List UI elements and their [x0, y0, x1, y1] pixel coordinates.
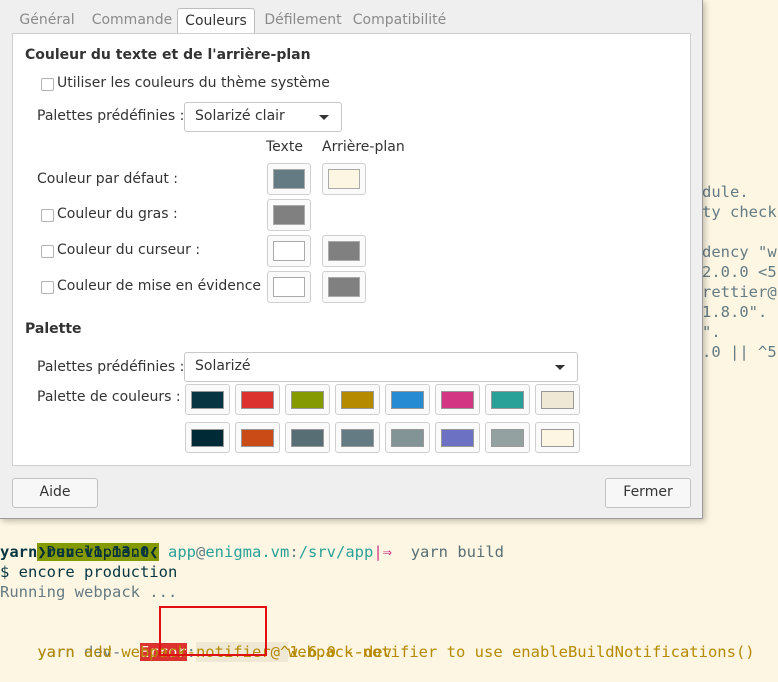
section-title-text-bg: Couleur du texte et de l'arrière-plan — [25, 47, 311, 63]
highlight-color-label: Couleur de mise en évidence : — [57, 278, 271, 294]
default-color-label: Couleur par défaut : — [37, 171, 179, 187]
terminal-output-line: $ encore production — [0, 563, 178, 581]
prompt-user: app — [168, 543, 196, 561]
palette-color-button[interactable] — [435, 422, 480, 453]
tab-colors[interactable]: Couleurs — [177, 8, 255, 34]
palette-color-button[interactable] — [185, 422, 230, 453]
bold-color-checkbox[interactable] — [41, 209, 54, 222]
palette-builtin-value: Solarizé — [195, 358, 251, 374]
color-swatch — [291, 429, 324, 447]
palette-color-button[interactable] — [335, 422, 380, 453]
color-swatch — [541, 391, 574, 409]
palette-color-button[interactable] — [385, 422, 430, 453]
color-swatch — [541, 429, 574, 447]
close-button[interactable]: Fermer — [605, 478, 691, 508]
palette-color-button[interactable] — [235, 422, 280, 453]
palette-color-button[interactable] — [485, 422, 530, 453]
prompt-sep: : — [289, 543, 299, 561]
tab-command[interactable]: Commande — [87, 8, 177, 32]
color-swatch — [273, 205, 305, 225]
palette-color-button[interactable] — [235, 384, 280, 415]
palette-builtin-label: Palettes prédéfinies : — [37, 359, 185, 375]
highlight-bg-color-button[interactable] — [322, 271, 366, 303]
color-swatch — [328, 169, 360, 189]
color-swatch — [341, 391, 374, 409]
color-swatch — [273, 241, 305, 261]
terminal-bg-text: .0 || ^5 — [702, 343, 777, 361]
highlight-color-checkbox[interactable] — [41, 281, 54, 294]
color-swatch — [191, 429, 224, 447]
color-swatch — [341, 429, 374, 447]
terminal-bg-text: ". — [702, 323, 721, 341]
column-background-label: Arrière-plan — [322, 139, 405, 155]
cursor-text-color-button[interactable] — [267, 235, 311, 267]
bold-color-button[interactable] — [267, 199, 311, 231]
prompt-git: |⇒ — [373, 543, 393, 561]
color-swatch — [273, 277, 305, 297]
cursor-bg-color-button[interactable] — [322, 235, 366, 267]
terminal-output-line: Running webpack ... — [0, 583, 178, 601]
tab-general[interactable]: Général — [12, 8, 82, 32]
preferences-dialog: Général Commande Couleurs Défilement Com… — [0, 0, 703, 519]
chevron-down-icon — [555, 365, 565, 370]
terminal-bg-text: 1.8.0". — [702, 303, 768, 321]
chevron-down-icon — [319, 115, 329, 120]
builtin-schemes-value: Solarizé clair — [195, 108, 285, 124]
color-swatch — [391, 391, 424, 409]
palette-color-button[interactable] — [335, 384, 380, 415]
palette-colors-label: Palette de couleurs : — [37, 389, 181, 405]
palette-color-button[interactable] — [285, 422, 330, 453]
palette-color-button[interactable] — [285, 384, 330, 415]
column-text-label: Texte — [266, 139, 303, 155]
default-bg-color-button[interactable] — [322, 163, 366, 195]
default-text-color-button[interactable] — [267, 163, 311, 195]
section-title-palette: Palette — [25, 321, 82, 337]
color-swatch — [441, 391, 474, 409]
color-swatch — [273, 169, 305, 189]
tab-scrolling[interactable]: Défilement — [259, 8, 347, 32]
tab-compatibility[interactable]: Compatibilité — [352, 8, 447, 32]
help-button[interactable]: Aide — [12, 478, 98, 508]
terminal-bg-text: dule. — [702, 183, 749, 201]
terminal-command: yarn build — [410, 543, 505, 561]
cursor-color-checkbox[interactable] — [41, 245, 54, 258]
palette-color-button[interactable] — [485, 384, 530, 415]
cursor-color-label: Couleur du curseur : — [57, 242, 201, 258]
palette-color-button[interactable] — [385, 384, 430, 415]
terminal-bg-text: rettier@ — [702, 283, 777, 301]
color-swatch — [291, 391, 324, 409]
highlight-text-color-button[interactable] — [267, 271, 311, 303]
color-swatch — [328, 277, 360, 297]
color-swatch — [328, 241, 360, 261]
palette-builtin-select[interactable]: Solarizé — [184, 352, 578, 382]
builtin-schemes-select[interactable]: Solarizé clair — [184, 102, 342, 132]
palette-color-button[interactable] — [535, 422, 580, 453]
prompt-at: @ — [196, 543, 206, 561]
terminal-bg-text: ty check — [702, 203, 777, 221]
color-swatch — [191, 391, 224, 409]
builtin-schemes-label: Palettes prédéfinies : — [37, 108, 185, 124]
palette-color-button[interactable] — [185, 384, 230, 415]
color-swatch — [241, 391, 274, 409]
palette-color-button[interactable] — [435, 384, 480, 415]
use-system-theme-checkbox[interactable] — [41, 78, 54, 91]
color-swatch — [491, 429, 524, 447]
color-swatch — [491, 391, 524, 409]
color-swatch — [391, 429, 424, 447]
terminal-bg-text: dency "w — [702, 243, 777, 261]
colors-panel: Couleur du texte et de l'arrière-plan Ut… — [12, 33, 691, 466]
terminal-bg-text: 2.0.0 <5 — [702, 263, 777, 281]
bold-color-label: Couleur du gras : — [57, 206, 178, 222]
use-system-theme-label: Utiliser les couleurs du thème système — [57, 75, 330, 91]
prompt-path: /srv/app — [298, 543, 374, 561]
prompt-host: enigma.vm — [205, 543, 290, 561]
palette-color-button[interactable] — [535, 384, 580, 415]
terminal-output-line: yarn run v1.13.0 — [0, 543, 150, 561]
highlight-rectangle — [159, 606, 267, 656]
color-swatch — [241, 429, 274, 447]
color-swatch — [441, 429, 474, 447]
